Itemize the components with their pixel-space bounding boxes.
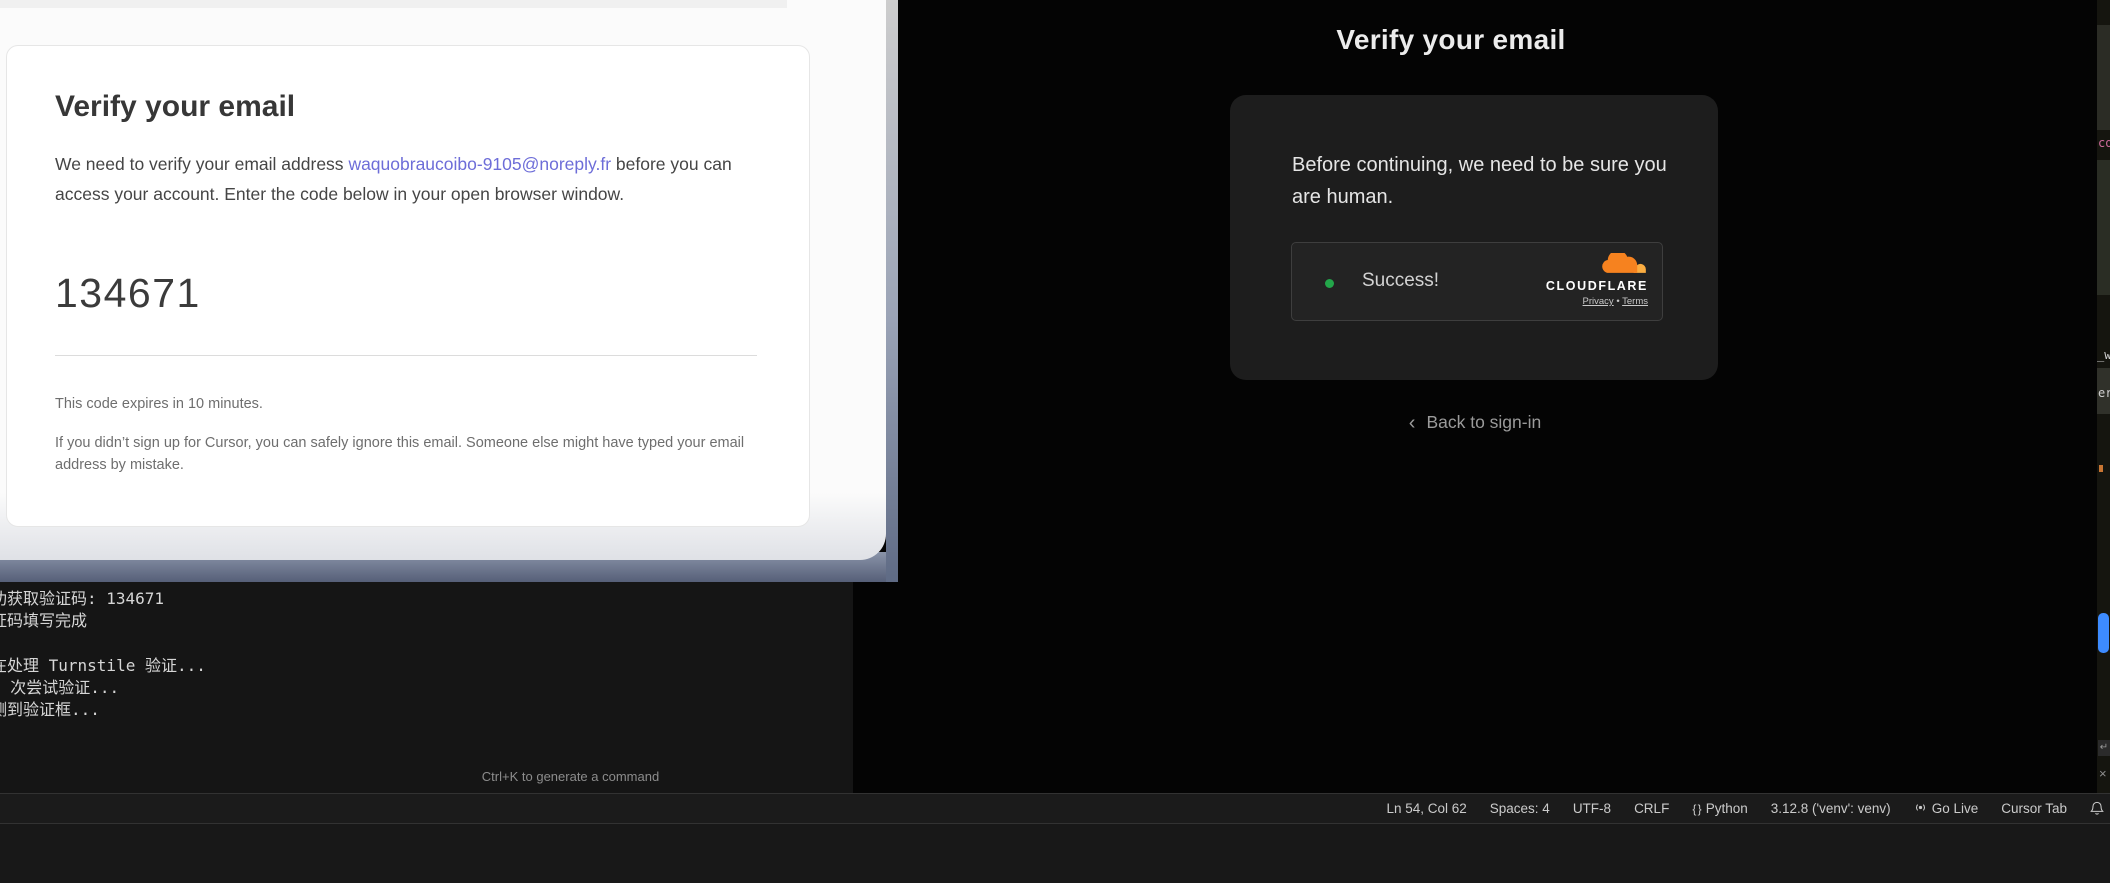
back-to-sign-in-label: Back to sign-in [1426,412,1541,432]
python-interpreter-indicator[interactable]: 3.12.8 ('venv': venv) [1771,801,1891,816]
terminal-line: 在处理 Turnstile 验证... [0,652,206,676]
email-title: Verify your email [55,90,295,124]
close-icon[interactable]: × [2099,766,2107,781]
language-mode-indicator[interactable]: { } Python [1692,801,1747,816]
success-dot-icon [1325,279,1334,288]
eol-indicator[interactable]: CRLF [1634,801,1669,816]
human-check-text: Before continuing, we need to be sure yo… [1292,149,1677,213]
terminal-hint: Ctrl+K to generate a command [0,769,853,784]
editor-window-sliver: co _w er ↵ × [2097,0,2110,793]
chevron-left-icon: ‹ [1409,412,1416,435]
window-frame-right[interactable] [886,0,898,582]
braces-icon: { } [1692,802,1700,816]
terminal-line: 1 次尝试验证... [0,674,119,698]
broadcast-icon [1914,801,1927,817]
indentation-indicator[interactable]: Spaces: 4 [1490,801,1550,816]
verify-page-title: Verify your email [853,24,2049,56]
turnstile-status: Success! [1362,270,1439,292]
terminal-line: 测到验证框... [0,696,100,720]
email-viewer-window: Verify your email We need to verify your… [0,0,898,582]
browser-verify-page: Verify your email Before continuing, we … [853,0,2097,793]
editor-sliver-text: _w [2097,348,2110,362]
email-body-prefix: We need to verify your email address [55,154,348,174]
editor-sliver-marker [2099,465,2103,472]
cloudflare-cloud-icon [1602,253,1648,282]
editor-sliver-button[interactable] [2098,613,2109,653]
email-window-top-strip [0,0,787,8]
link-separator: • [1616,296,1619,307]
windows-taskbar: ⚙ 中 S 1:43 PM 2/12/2025 [0,824,2110,883]
encoding-indicator[interactable]: UTF-8 [1573,801,1611,816]
email-content-card: Verify your email We need to verify your… [6,45,810,527]
go-live-button[interactable]: Go Live [1914,801,1979,817]
notifications-bell-icon[interactable] [2090,801,2104,816]
terminal-line: 功获取验证码: 134671 [0,585,164,609]
cloudflare-brand: CLOUDFLARE Privacy • Terms [1538,253,1648,307]
ide-status-bar: Ln 54, Col 62 Spaces: 4 UTF-8 CRLF { } P… [0,793,2110,824]
editor-sliver-text: er [2098,386,2110,400]
privacy-link[interactable]: Privacy [1583,296,1614,307]
divider [55,355,757,356]
back-to-sign-in-link[interactable]: ‹ Back to sign-in [853,412,2097,435]
editor-sliver-text: co [2098,136,2110,150]
desktop-screen: Verify your email Before continuing, we … [0,0,2110,883]
email-body: We need to verify your email address waq… [55,149,767,209]
code-expiry-note: This code expires in 10 minutes. [55,396,263,412]
cursor-tab-indicator[interactable]: Cursor Tab [2001,801,2067,816]
terminal-line: 证码填写完成 [0,607,87,631]
editor-sliver-block [2097,160,2110,295]
terms-link[interactable]: Terms [1622,296,1648,307]
ignore-note: If you didn’t sign up for Cursor, you ca… [55,432,755,476]
cloudflare-turnstile-widget[interactable]: Success! CLOUDFLARE Privacy • Terms [1291,242,1663,321]
terminal-panel[interactable]: 功获取验证码: 134671 证码填写完成 在处理 Turnstile 验证..… [0,580,853,793]
human-check-card: Before continuing, we need to be sure yo… [1230,95,1718,380]
turnstile-links: Privacy • Terms [1583,296,1648,307]
verification-code: 134671 [55,270,201,317]
cloudflare-wordmark: CLOUDFLARE [1546,279,1648,293]
email-address-link[interactable]: waquobraucoibo-9105@noreply.fr [348,154,611,174]
cursor-position-indicator[interactable]: Ln 54, Col 62 [1386,801,1466,816]
enter-key-icon: ↵ [2098,740,2110,756]
editor-sliver-block [2097,25,2110,130]
